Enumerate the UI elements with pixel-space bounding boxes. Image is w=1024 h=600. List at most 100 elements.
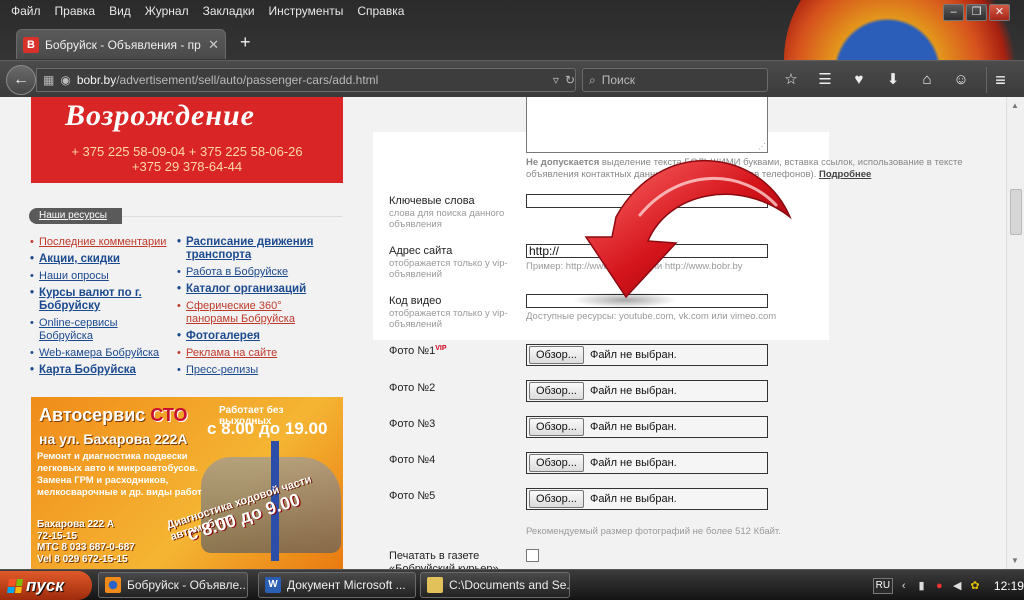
url-bar[interactable]: ▦ ◉ bobr.by/advertisement/sell/auto/pass…: [36, 68, 576, 92]
new-tab-button[interactable]: +: [240, 32, 251, 53]
file-status: Файл не выбран.: [589, 421, 677, 433]
description-textarea[interactable]: ⋰: [526, 97, 768, 153]
photo-label: Фото №3: [389, 418, 436, 430]
resource-link[interactable]: Курсы валют по г. Бобруйску: [30, 287, 170, 313]
resource-link[interactable]: Фотогалерея: [177, 330, 327, 343]
ad-form: ⋰ Не допускается выделение текста БОЛЬШИ…: [373, 97, 1013, 569]
taskbar-item-firefox[interactable]: Бобруйск - Объявле...: [98, 572, 248, 598]
dropdown-icon[interactable]: ▿: [553, 73, 559, 87]
resource-link[interactable]: Акции, скидки: [30, 253, 170, 266]
photo-file-input[interactable]: Обзор... Файл не выбран.: [526, 452, 768, 474]
resource-link[interactable]: Пресс-релизы: [177, 364, 327, 377]
resource-links-left: Последние комментарии Акции, скидки Наши о…: [30, 236, 170, 381]
tab-title: Бобруйск - Объявления - пр...: [45, 37, 203, 52]
print-label: Печатать в газете «Бобруйский курьер»: [389, 550, 499, 569]
ad-title-highlight: СТО: [150, 405, 188, 425]
browse-button[interactable]: Обзор...: [529, 382, 584, 400]
download-icon[interactable]: ⬇: [880, 67, 906, 93]
keywords-input[interactable]: [526, 194, 768, 208]
video-hint: отображается только у vip-объявлений: [389, 308, 508, 330]
tab-close-icon[interactable]: ✕: [208, 37, 219, 53]
resource-link[interactable]: Реклама на сайте: [177, 347, 327, 360]
menu-file[interactable]: Файл: [4, 4, 48, 18]
print-checkbox[interactable]: [526, 549, 539, 562]
window-controls: – ❐ ✕: [943, 4, 1010, 21]
word-icon: W: [265, 577, 281, 593]
site-hint: отображается только у vip-объявлений: [389, 258, 508, 280]
menu-tools[interactable]: Инструменты: [262, 4, 351, 18]
browse-button[interactable]: Обзор...: [529, 490, 584, 508]
star-bookmark-icon[interactable]: ☆: [778, 67, 804, 93]
tab-active[interactable]: B Бобруйск - Объявления - пр... ✕: [16, 29, 226, 59]
antivirus-icon[interactable]: ●: [932, 579, 946, 593]
ad-address: на ул. Бахарова 222А: [39, 431, 188, 447]
ad-hours: с 8.00 до 19.00: [207, 419, 328, 438]
resource-link[interactable]: Последние комментарии: [30, 236, 170, 249]
site-input[interactable]: http://: [526, 244, 768, 258]
resource-link[interactable]: Наши опросы: [30, 270, 170, 283]
close-window-button[interactable]: ✕: [989, 4, 1010, 21]
menu-bookmarks[interactable]: Закладки: [196, 4, 262, 18]
video-input[interactable]: [526, 294, 768, 308]
volume-icon[interactable]: ◀: [950, 579, 964, 593]
photo-label: Фото №1VIP: [389, 345, 447, 357]
ad-description: Ремонт и диагностика подвески легковых а…: [37, 451, 202, 498]
ad-contact-line: Vel 8 029 672-15-15: [37, 553, 128, 565]
photo-file-input[interactable]: Обзор... Файл не выбран.: [526, 380, 768, 402]
back-button[interactable]: ←: [6, 65, 36, 95]
resources-button[interactable]: Наши ресурсы: [29, 208, 122, 224]
start-button[interactable]: пуск: [0, 571, 92, 600]
pocket-icon[interactable]: ♥: [846, 67, 872, 93]
file-status: Файл не выбран.: [589, 493, 677, 505]
photo-file-input[interactable]: Обзор... Файл не выбран.: [526, 488, 768, 510]
taskbar-item-word[interactable]: W Документ Microsoft ...: [258, 572, 416, 598]
network-icon[interactable]: ▮: [915, 579, 929, 593]
menu-view[interactable]: Вид: [102, 4, 138, 18]
windows-logo-icon: [7, 578, 23, 593]
browse-button[interactable]: Обзор...: [529, 346, 584, 364]
restore-button[interactable]: ❐: [966, 4, 987, 21]
more-link[interactable]: Подробнее: [819, 169, 871, 180]
resource-link[interactable]: Сферические 360° панорамы Бобруйска: [177, 300, 327, 326]
menu-help[interactable]: Справка: [350, 4, 411, 18]
reload-icon[interactable]: ↻: [565, 73, 575, 87]
vip-badge: VIP: [435, 345, 447, 352]
scroll-down-icon[interactable]: ▼: [1011, 556, 1019, 565]
video-resources: Доступные ресурсы: youtube.com, vk.com и…: [526, 311, 777, 322]
resource-link[interactable]: Работа в Бобруйске: [177, 266, 327, 279]
ad-contacts: Бахарова 222 А 72-15-15 МТС 8 033 687-0-…: [37, 519, 177, 565]
keywords-label: Ключевые слова: [389, 195, 475, 207]
browse-button[interactable]: Обзор...: [529, 454, 584, 472]
browse-button[interactable]: Обзор...: [529, 418, 584, 436]
company-banner-ad[interactable]: Возрождение + 375 225 58-09-04 + 375 225…: [31, 97, 343, 183]
tray-expand-icon[interactable]: ‹: [897, 579, 911, 593]
resource-link[interactable]: Расписание движения транспорта: [177, 236, 327, 262]
resize-grip-icon[interactable]: ⋰: [758, 142, 766, 151]
taskbar-item-explorer[interactable]: C:\Documents and Se...: [420, 572, 570, 598]
web-page: Возрождение + 375 225 58-09-04 + 375 225…: [0, 97, 1024, 569]
photo-file-input[interactable]: Обзор... Файл не выбран.: [526, 416, 768, 438]
resource-link[interactable]: Online-сервисы Бобруйска: [30, 317, 170, 343]
reading-list-icon[interactable]: ☰: [812, 67, 838, 93]
car-service-ad[interactable]: Автосервис СТО Работает без выходных с 8…: [31, 397, 343, 569]
smiley-icon[interactable]: ☺: [948, 67, 974, 93]
menu-hamburger-icon[interactable]: ≡: [986, 67, 1014, 93]
site-label: Адрес сайта: [389, 245, 453, 257]
company-phones: + 375 225 58-09-04 + 375 225 58-06-26 +3…: [31, 144, 343, 174]
home-icon[interactable]: ⌂: [914, 67, 940, 93]
resource-link[interactable]: Каталог организаций: [177, 283, 327, 296]
site-example: Пример: http://www.bobr.by или http://ww…: [526, 261, 743, 272]
bookmarks-sidebar-icon[interactable]: ▦: [43, 73, 54, 87]
resource-link[interactable]: Web-камера Бобруйска: [30, 347, 170, 360]
scroll-thumb[interactable]: [1010, 189, 1022, 235]
scroll-up-icon[interactable]: ▲: [1011, 101, 1019, 110]
menu-history[interactable]: Журнал: [138, 4, 196, 18]
language-indicator[interactable]: RU: [873, 577, 893, 594]
search-box[interactable]: ⌕ Поиск: [582, 68, 768, 92]
page-scrollbar[interactable]: ▲ ▼: [1006, 97, 1024, 569]
messenger-icon[interactable]: ✿: [968, 579, 982, 593]
resource-link[interactable]: Карта Бобруйска: [30, 364, 170, 377]
menu-edit[interactable]: Правка: [48, 4, 103, 18]
minimize-button[interactable]: –: [943, 4, 964, 21]
photo-file-input[interactable]: Обзор... Файл не выбран.: [526, 344, 768, 366]
